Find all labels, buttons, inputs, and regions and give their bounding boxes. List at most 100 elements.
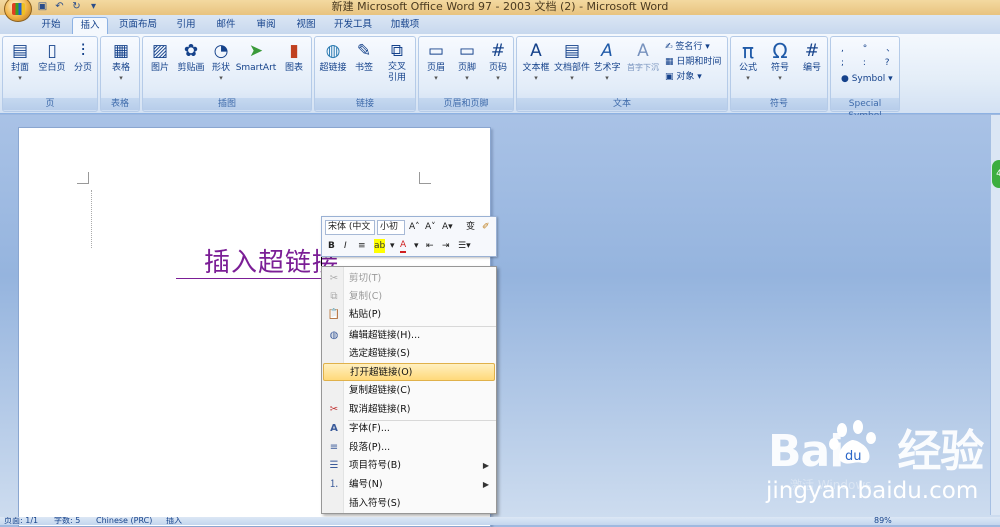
- textbox-button[interactable]: A 文本框 ▾: [519, 40, 553, 82]
- menu-item-label: 复制超链接(C): [349, 385, 411, 396]
- increase-indent-icon[interactable]: ⇥: [442, 239, 450, 253]
- dropcap-label: 首字下沉: [627, 63, 659, 72]
- hyperlink-text[interactable]: 插入超链接: [176, 248, 340, 279]
- symbol-dropdown-button[interactable]: ● Symbol ▾: [841, 73, 893, 85]
- punctuation-grid2-icon[interactable]: ; : ?: [841, 57, 898, 69]
- menu-item-font[interactable]: A 字体(F)...: [323, 420, 495, 438]
- menu-item-remove-hyperlink[interactable]: ✂ 取消超链接(R): [323, 401, 495, 419]
- clipart-icon: ✿: [183, 41, 199, 61]
- phonetic-icon[interactable]: 变: [466, 220, 475, 234]
- status-language[interactable]: Chinese (PRC): [96, 517, 152, 525]
- picture-button[interactable]: ▨ 图片: [145, 40, 175, 74]
- header-button[interactable]: ▭ 页眉 ▾: [421, 40, 451, 82]
- highlight-icon[interactable]: ab: [374, 239, 386, 253]
- menu-item-numbering[interactable]: ⒈ 编号(N) ▶: [323, 476, 495, 494]
- bookmark-button[interactable]: ✎ 书签: [350, 40, 378, 74]
- cover-page-button[interactable]: ▤ 封面 ▾: [5, 40, 35, 82]
- tab-references[interactable]: 引用: [168, 17, 204, 34]
- paragraph-icon: ≡: [329, 442, 339, 453]
- font-name-select[interactable]: 宋体 (中文: [325, 220, 375, 235]
- footer-button[interactable]: ▭ 页脚 ▾: [452, 40, 482, 82]
- tab-home[interactable]: 开始: [32, 17, 70, 34]
- menu-item-paragraph[interactable]: ≡ 段落(P)...: [323, 439, 495, 457]
- tab-insert[interactable]: 插入: [72, 17, 108, 34]
- smartart-button[interactable]: ➤ SmartArt: [235, 40, 277, 74]
- paste-icon: 📋: [327, 309, 341, 320]
- tab-mailings[interactable]: 邮件: [208, 17, 244, 34]
- blank-page-button[interactable]: ▯ 空白页: [36, 40, 68, 74]
- equation-button[interactable]: π 公式 ▾: [733, 40, 763, 82]
- cross-reference-button[interactable]: ⧉ 交叉引用: [381, 40, 413, 84]
- shrink-font-icon[interactable]: A˅: [425, 220, 436, 234]
- numbering-button[interactable]: # 编号: [797, 40, 827, 74]
- menu-item-cut[interactable]: ✂ 剪切(T): [323, 270, 495, 288]
- menu-item-copy-hyperlink[interactable]: 复制超链接(C): [323, 382, 495, 400]
- date-time-button[interactable]: ▦ 日期和时间: [665, 56, 721, 68]
- text-style-icon[interactable]: A▾: [442, 220, 453, 234]
- status-words[interactable]: 字数: 5: [54, 517, 80, 525]
- status-zoom[interactable]: 89%: [874, 517, 892, 525]
- menu-item-label: 打开超链接(O): [350, 367, 413, 378]
- tab-page-layout[interactable]: 页面布局: [112, 17, 164, 34]
- scissors-icon: ✂: [329, 273, 339, 284]
- status-page[interactable]: 页面: 1/1: [4, 517, 38, 525]
- qat-dropdown-icon[interactable]: ▾: [87, 1, 100, 13]
- chart-button[interactable]: ▮ 图表: [279, 40, 309, 74]
- menu-item-paste[interactable]: 📋 粘贴(P): [323, 306, 495, 324]
- menu-item-label: 复制(C): [349, 291, 383, 302]
- grow-font-icon[interactable]: A˄: [409, 220, 420, 234]
- menu-item-label: 取消超链接(R): [349, 404, 411, 415]
- margin-corner-tr: [419, 172, 431, 184]
- header-icon: ▭: [427, 41, 445, 61]
- tab-view[interactable]: 视图: [288, 17, 324, 34]
- table-button[interactable]: ▦ 表格 ▾: [105, 40, 137, 82]
- highlight-dropdown-icon[interactable]: ▾: [390, 239, 395, 253]
- font-color-dropdown-icon[interactable]: ▾: [414, 239, 419, 253]
- punctuation-grid-icon[interactable]: , ° 、: [841, 43, 903, 55]
- menu-item-select-hyperlink[interactable]: 选定超链接(S): [323, 345, 495, 363]
- clipart-button[interactable]: ✿ 剪贴画: [175, 40, 207, 74]
- tab-developer[interactable]: 开发工具: [328, 17, 378, 34]
- group-text: A 文本框 ▾ ▤ 文档部件 ▾ A 艺术字 ▾ A 首字下沉 ✍ 签名行 ▾ ▦ 日期和时间…: [516, 36, 728, 112]
- office-logo-icon: [12, 3, 25, 15]
- italic-button[interactable]: I: [344, 239, 347, 253]
- signature-line-button[interactable]: ✍ 签名行 ▾: [665, 41, 710, 53]
- page-number-button[interactable]: # 页码 ▾: [483, 40, 513, 82]
- shapes-button[interactable]: ◔ 形状 ▾: [207, 40, 235, 82]
- decrease-indent-icon[interactable]: ⇤: [426, 239, 434, 253]
- status-insert-mode[interactable]: 插入: [166, 517, 182, 525]
- symbol-button[interactable]: Ω 符号 ▾: [765, 40, 795, 82]
- font-size-select[interactable]: 小初: [377, 220, 405, 235]
- menu-item-copy[interactable]: ⧉ 复制(C): [323, 288, 495, 306]
- menu-item-open-hyperlink[interactable]: 打开超链接(O): [323, 363, 495, 381]
- date-time-label: 日期和时间: [676, 57, 722, 67]
- tab-addins[interactable]: 加载项: [382, 17, 428, 34]
- menu-item-insert-symbol[interactable]: 插入符号(S): [323, 495, 495, 513]
- page-break-button[interactable]: ⫶ 分页: [69, 40, 97, 74]
- font-color-icon[interactable]: A: [400, 239, 407, 253]
- save-icon[interactable]: ▣: [36, 1, 49, 13]
- baidu-brand2-text: 经验: [897, 426, 984, 477]
- align-center-icon[interactable]: ≡: [358, 239, 366, 253]
- menu-item-edit-hyperlink[interactable]: ◍ 编辑超链接(H)...: [323, 327, 495, 345]
- dropdown-arrow-icon: ▾: [219, 74, 223, 82]
- object-button[interactable]: ▣ 对象 ▾: [665, 71, 702, 83]
- picture-label: 图片: [150, 63, 169, 73]
- undo-icon[interactable]: ↶: [53, 1, 66, 13]
- bold-button[interactable]: B: [328, 239, 335, 253]
- format-painter-icon[interactable]: ✐: [482, 220, 490, 234]
- menu-item-bullets[interactable]: ☰ 项目符号(B) ▶: [323, 457, 495, 475]
- dropcap-button[interactable]: A 首字下沉: [623, 40, 663, 74]
- group-header-footer: ▭ 页眉 ▾ ▭ 页脚 ▾ # 页码 ▾ 页眉和页脚: [418, 36, 514, 112]
- quick-parts-button[interactable]: ▤ 文档部件 ▾: [553, 40, 591, 82]
- redo-icon[interactable]: ↻: [70, 1, 83, 13]
- wordart-button[interactable]: A 艺术字 ▾: [591, 40, 623, 82]
- wordart-label: 艺术字: [593, 63, 621, 73]
- menu-item-label: 粘贴(P): [349, 309, 382, 320]
- bullet-list-icon[interactable]: ☰▾: [458, 239, 471, 253]
- hyperlink-button[interactable]: ◍ 超链接: [317, 40, 349, 74]
- smartart-label: SmartArt: [235, 63, 277, 73]
- tab-review[interactable]: 审阅: [248, 17, 284, 34]
- menu-item-label: 项目符号(B): [349, 460, 401, 471]
- font-icon: A: [330, 423, 338, 434]
